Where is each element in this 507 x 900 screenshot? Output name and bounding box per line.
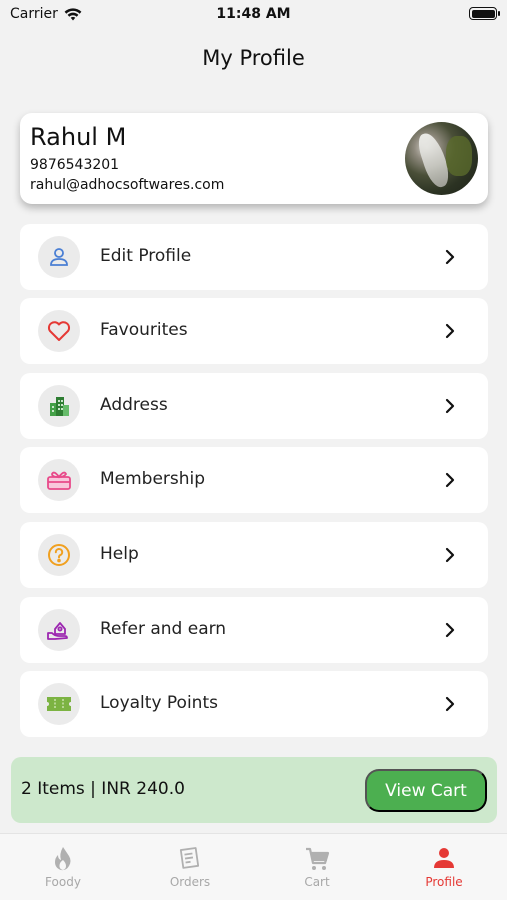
view-cart-button[interactable]: View Cart [365,769,487,812]
profile-phone: 9876543201 [30,157,120,173]
menu-item-edit-profile[interactable]: Edit Profile [20,224,488,290]
cart-icon [306,847,330,870]
cart-summary-text: 2 Items | INR 240.0 [21,779,185,799]
menu-item-label: Address [100,395,168,415]
tab-foody[interactable]: Foody [0,834,126,900]
menu-item-label: Refer and earn [100,619,227,639]
menu-item-help[interactable]: Help [20,522,488,588]
bottom-tab-bar: Foody Orders Cart Profile [0,833,507,900]
menu-item-address[interactable]: Address [20,373,488,439]
tab-profile[interactable]: Profile [381,834,507,900]
menu-item-label: Favourites [100,320,188,340]
buildings-icon [38,385,80,427]
profile-screen: Carrier 11:48 AM My Profile Rahul M 9876… [0,0,507,900]
heart-icon [38,310,80,352]
battery-icon [469,7,500,20]
question-icon [38,534,80,576]
cart-summary-bar: 2 Items | INR 240.0 View Cart [11,757,497,823]
orders-icon [179,847,200,869]
profile-card[interactable]: Rahul M 9876543201 rahul@adhocsoftwares.… [20,113,488,204]
tab-cart[interactable]: Cart [254,834,380,900]
menu-item-refer-and-earn[interactable]: Refer and earn [20,597,488,663]
tab-orders[interactable]: Orders [127,834,253,900]
chevron-right-icon [445,398,455,414]
profile-email: rahul@adhocsoftwares.com [30,177,225,193]
chevron-right-icon [445,696,455,712]
profile-name: Rahul M [30,123,127,151]
refer-icon [38,609,80,651]
chevron-right-icon [445,547,455,563]
tab-label: Cart [304,875,330,889]
tab-label: Profile [425,875,463,889]
menu-item-label: Edit Profile [100,246,192,266]
menu-item-membership[interactable]: Membership [20,447,488,513]
page-title: My Profile [202,46,305,70]
menu-item-favourites[interactable]: Favourites [20,298,488,364]
tab-label: Foody [45,875,81,889]
clock: 11:48 AM [216,6,291,22]
menu-item-label: Membership [100,469,206,489]
tab-label: Orders [169,875,211,889]
gift-card-icon [38,459,80,501]
person-icon [434,848,454,868]
chevron-right-icon [445,323,455,339]
user-icon [38,236,80,278]
chevron-right-icon [445,472,455,488]
menu-item-label: Help [100,544,139,564]
menu-item-loyalty-points[interactable]: Loyalty Points [20,671,488,737]
ticket-icon [38,683,80,725]
flame-icon [55,847,71,871]
status-bar: Carrier 11:48 AM [0,0,507,28]
chevron-right-icon [445,622,455,638]
menu-item-label: Loyalty Points [100,693,218,713]
chevron-right-icon [445,249,455,265]
avatar[interactable] [405,122,478,195]
